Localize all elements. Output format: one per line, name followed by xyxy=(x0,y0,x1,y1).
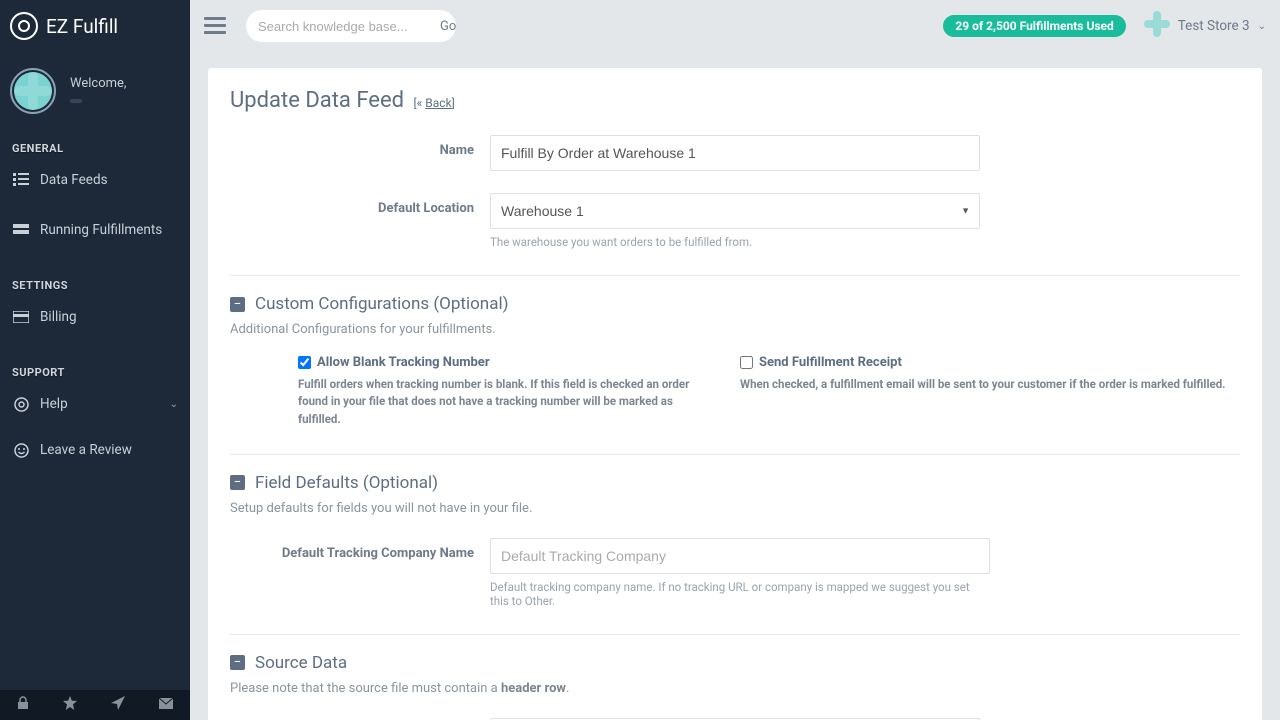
usage-badge: 29 of 2,500 Fulfillments Used xyxy=(943,15,1125,37)
sidebar-footer xyxy=(0,690,190,720)
sidebar-item-running-fulfillments[interactable]: Running Fulfillments xyxy=(0,211,190,249)
field-defaults-title: Field Defaults (Optional) xyxy=(255,473,438,493)
sidebar-section-support: SUPPORT xyxy=(0,358,190,385)
tracking-company-label: Default Tracking Company Name xyxy=(230,538,490,608)
sidebar-item-label: Running Fulfillments xyxy=(40,222,162,238)
chevron-down-icon: ⌄ xyxy=(1258,21,1266,32)
divider xyxy=(230,275,1240,276)
location-arrow-icon[interactable] xyxy=(111,696,125,714)
allow-blank-checkbox[interactable] xyxy=(298,356,311,369)
allow-blank-desc: Fulfill orders when tracking number is b… xyxy=(298,376,700,428)
brand[interactable]: EZ Fulfill xyxy=(0,0,190,52)
name-label: Name xyxy=(230,135,490,171)
credit-card-icon xyxy=(12,310,30,324)
sidebar-section-settings: SETTINGS xyxy=(0,271,190,298)
content-card: Update Data Feed [« Back] Name Default L… xyxy=(208,68,1262,720)
plus-avatar-icon xyxy=(14,72,52,110)
field-defaults-subtitle: Setup defaults for fields you will not h… xyxy=(230,501,1240,516)
tracking-company-help: Default tracking company name. If no tra… xyxy=(490,580,990,608)
default-location-label: Default Location xyxy=(230,193,490,249)
smile-icon xyxy=(12,443,30,457)
divider xyxy=(230,634,1240,635)
star-icon[interactable] xyxy=(63,696,77,714)
lock-icon[interactable] xyxy=(17,696,29,714)
stack-icon xyxy=(12,223,30,237)
envelope-icon[interactable] xyxy=(159,697,173,713)
search-input[interactable] xyxy=(258,19,434,34)
custom-config-title: Custom Configurations (Optional) xyxy=(255,294,509,314)
sidebar-item-billing[interactable]: Billing xyxy=(0,298,190,336)
store-switcher[interactable]: Test Store 3 ⌄ xyxy=(1144,11,1266,41)
sidebar-item-label: Data Feeds xyxy=(40,172,108,188)
sidebar-item-leave-review[interactable]: Leave a Review xyxy=(0,431,190,469)
allow-blank-label: Allow Blank Tracking Number xyxy=(317,355,490,370)
collapse-button[interactable]: − xyxy=(230,655,245,670)
default-location-select[interactable]: Warehouse 1 xyxy=(490,193,980,229)
custom-config-subtitle: Additional Configurations for your fulfi… xyxy=(230,322,1240,337)
sidebar-item-label: Help xyxy=(40,396,68,412)
store-label: Test Store 3 xyxy=(1178,18,1250,34)
source-data-note: Please note that the source file must co… xyxy=(230,681,1240,696)
sidebar-item-label: Billing xyxy=(40,309,77,325)
store-plus-icon xyxy=(1144,11,1170,41)
name-input[interactable] xyxy=(490,135,980,171)
chevron-down-icon: ⌄ xyxy=(170,399,178,410)
welcome-label: Welcome, xyxy=(70,76,126,91)
welcome-username xyxy=(70,99,82,103)
tracking-company-input[interactable] xyxy=(490,538,990,574)
sidebar-section-general: GENERAL xyxy=(0,134,190,161)
sidebar-item-data-feeds[interactable]: Data Feeds xyxy=(0,161,190,199)
avatar-icon xyxy=(10,68,56,114)
page-title: Update Data Feed xyxy=(230,88,404,113)
topbar: Go 29 of 2,500 Fulfillments Used Test St… xyxy=(190,0,1280,52)
sidebar-item-help[interactable]: Help ⌄ xyxy=(0,385,190,423)
note-bold: header row xyxy=(501,681,566,696)
brand-logo-icon xyxy=(10,12,38,40)
brand-title: EZ Fulfill xyxy=(46,15,118,38)
send-receipt-checkbox[interactable] xyxy=(740,356,753,369)
send-receipt-desc: When checked, a fulfillment email will b… xyxy=(740,376,1240,393)
back-link-wrap: [« Back] xyxy=(414,96,455,110)
note-prefix: Please note that the source file must co… xyxy=(230,681,501,696)
welcome-block: Welcome, xyxy=(0,52,190,134)
back-link[interactable]: Back xyxy=(425,96,451,110)
default-location-help: The warehouse you want orders to be fulf… xyxy=(490,235,980,249)
sidebar-item-label: Leave a Review xyxy=(40,442,132,458)
send-receipt-label: Send Fulfillment Receipt xyxy=(759,355,902,370)
note-suffix: . xyxy=(566,681,569,696)
back-suffix: ] xyxy=(452,96,455,110)
divider xyxy=(230,454,1240,455)
collapse-button[interactable]: − xyxy=(230,475,245,490)
collapse-button[interactable]: − xyxy=(230,297,245,312)
menu-toggle-icon[interactable] xyxy=(204,17,226,35)
sidebar: EZ Fulfill Welcome, GENERAL Data Feeds R… xyxy=(0,0,190,720)
back-prefix: [« xyxy=(414,96,426,110)
source-data-title: Source Data xyxy=(255,653,347,673)
main: Go 29 of 2,500 Fulfillments Used Test St… xyxy=(190,0,1280,720)
search-wrap: Go xyxy=(246,10,456,42)
life-ring-icon xyxy=(12,397,30,411)
list-icon xyxy=(12,173,30,187)
search-go-button[interactable]: Go xyxy=(440,19,456,34)
